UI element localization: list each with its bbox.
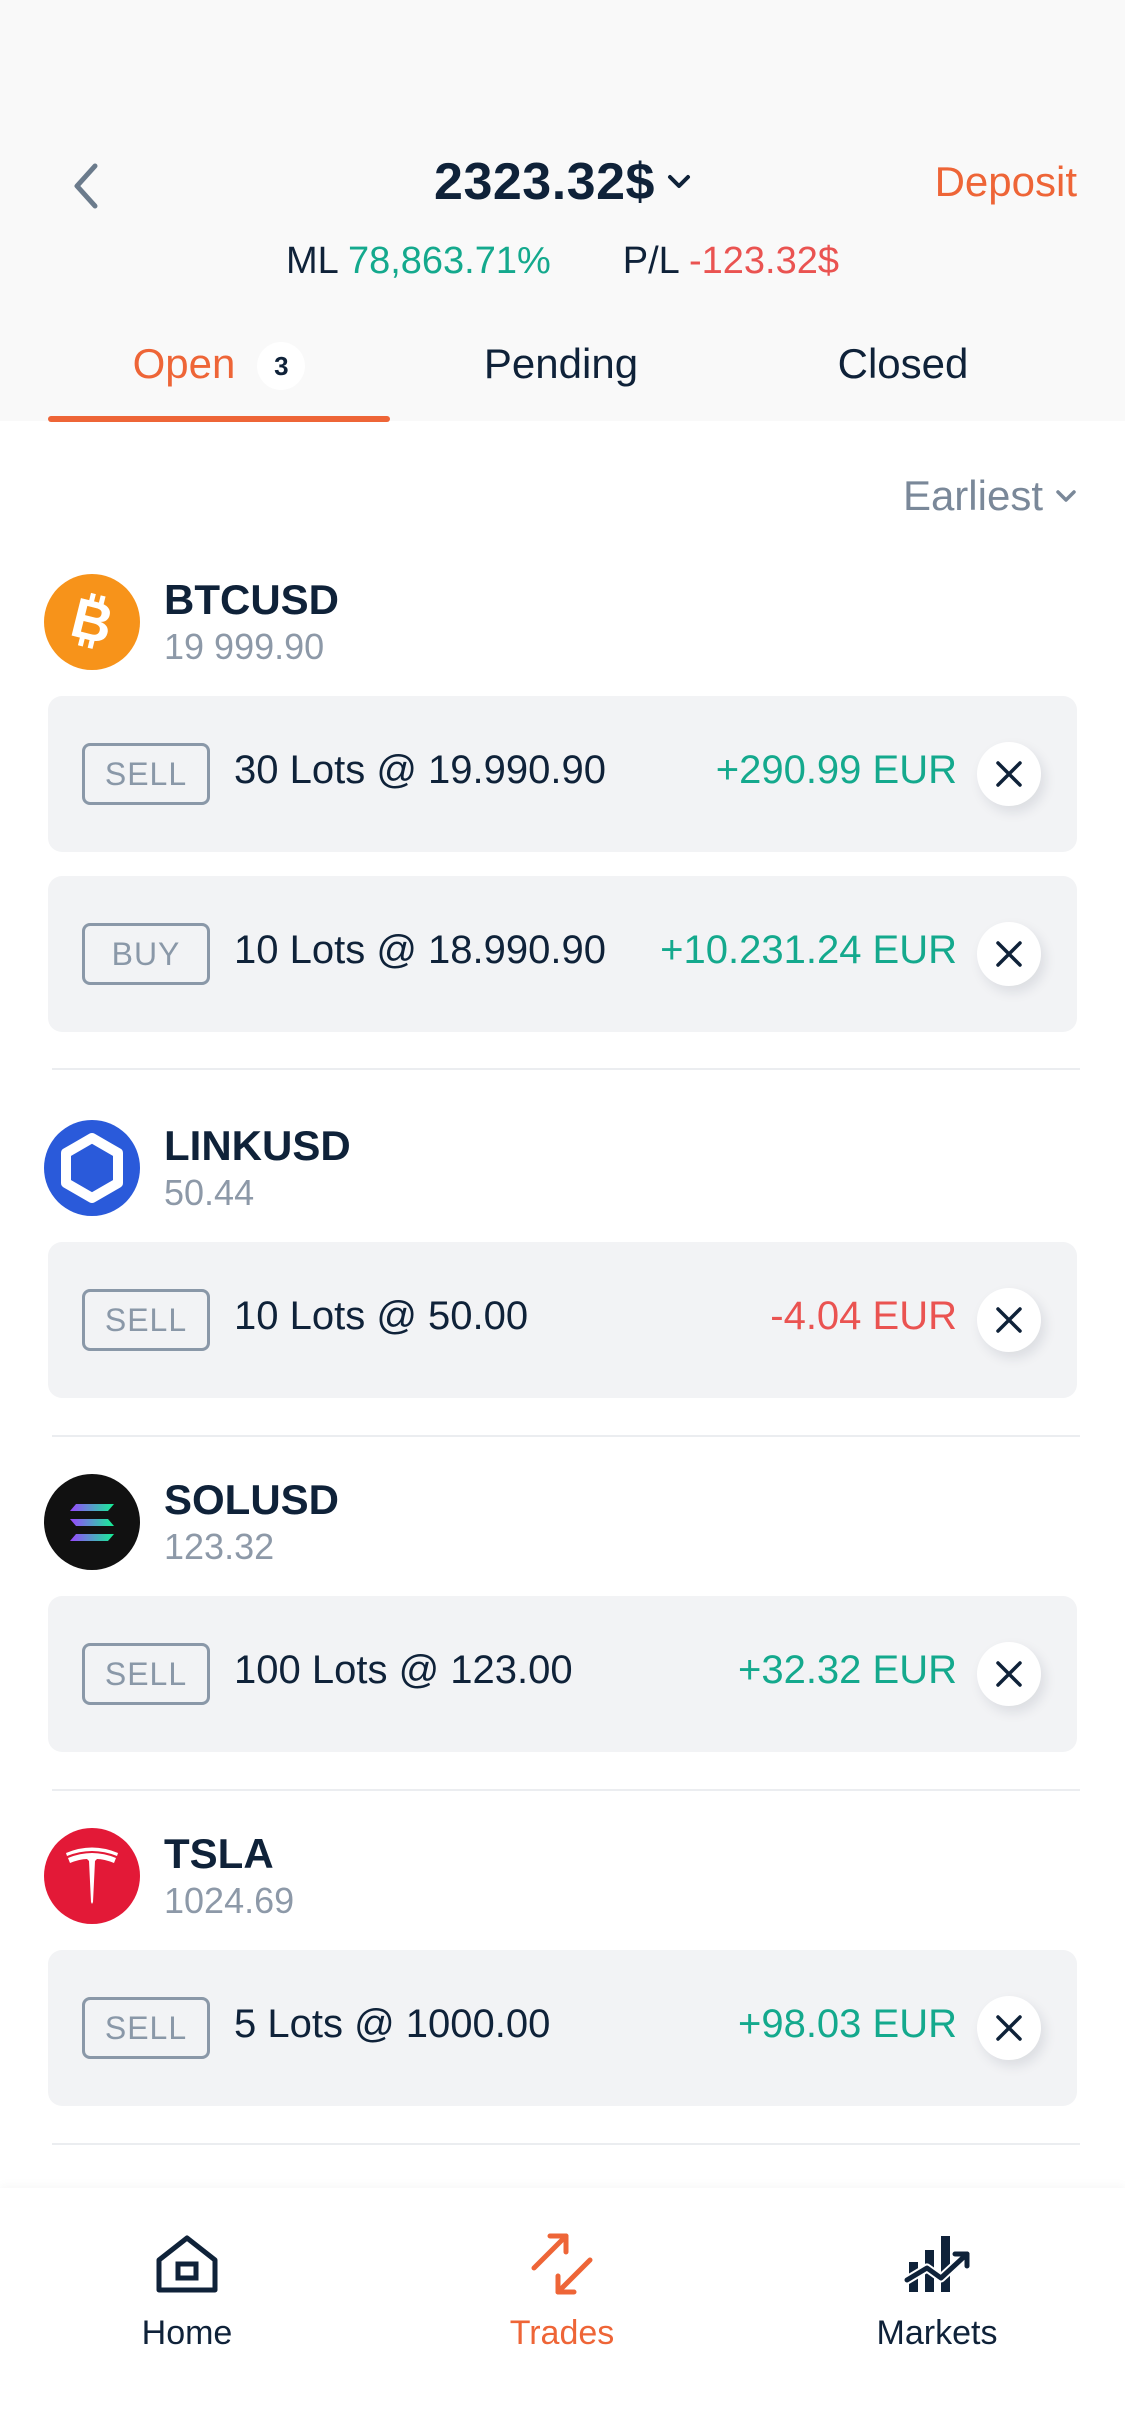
tab-closed-label: Closed [837,340,969,387]
sort-dropdown[interactable]: Earliest [903,472,1077,520]
chevron-down-icon [1056,490,1076,502]
trade-description: 5 Lots @ 1000.00 [234,2002,551,2046]
instrument-header-tsla[interactable]: TSLA 1024.69 [44,1826,294,1926]
margin-level-label: ML [285,240,338,282]
home-icon [151,2228,223,2300]
close-icon [996,2015,1022,2041]
trade-side-badge: SELL [82,1643,210,1705]
account-stats: ML 78,863.71% P/L -123.32$ [0,240,1125,283]
tab-open[interactable]: Open 3 [48,330,390,421]
trade-description: 30 Lots @ 19.990.90 [234,748,606,792]
section-divider [52,1068,1080,1070]
margin-level-value: 78,863.71% [347,240,551,282]
instrument-price: 50.44 [164,1172,255,1213]
close-icon [996,1661,1022,1687]
instrument-symbol: LINKUSD [164,1122,351,1169]
profit-loss-label: P/L [622,240,679,282]
nav-home-label: Home [141,2314,233,2352]
instrument-symbol: TSLA [164,1830,274,1877]
section-divider [52,1789,1080,1791]
trade-card[interactable]: SELL 5 Lots @ 1000.00 +98.03 EUR [48,1950,1077,2106]
close-icon [996,941,1022,967]
section-divider [52,2143,1080,2145]
trades-screen: 2323.32$ Deposit ML 78,863.71% P/L -123.… [0,0,1125,2436]
bitcoin-icon: B [44,574,140,670]
close-trade-button[interactable] [977,1642,1041,1706]
trade-profit: +98.03 EUR [737,2002,957,2046]
instrument-symbol: SOLUSD [164,1476,340,1523]
tab-open-label: Open [132,340,236,387]
instrument-symbol: BTCUSD [164,576,339,623]
trade-description: 10 Lots @ 18.990.90 [234,928,606,972]
solana-icon [44,1474,140,1570]
nav-markets-label: Markets [876,2314,998,2352]
close-trade-button[interactable] [977,1288,1041,1352]
trade-card[interactable]: BUY 10 Lots @ 18.990.90 +10.231.24 EUR [48,876,1077,1032]
open-count-badge: 3 [257,342,306,390]
active-tab-indicator [48,416,390,422]
nav-home[interactable]: Home [67,2228,307,2353]
sort-label: Earliest [902,472,1043,519]
tab-pending-label: Pending [483,340,639,387]
header: 2323.32$ Deposit ML 78,863.71% P/L -123.… [0,0,1125,422]
trade-side-badge: SELL [82,743,210,805]
instrument-price: 19 999.90 [164,626,325,667]
trade-card[interactable]: SELL 10 Lots @ 50.00 -4.04 EUR [48,1242,1077,1398]
trade-profit: +10.231.24 EUR [660,928,957,972]
close-icon [996,1307,1022,1333]
chevron-down-icon [667,175,690,188]
trade-profit: +32.32 EUR [737,1648,957,1692]
trade-description: 100 Lots @ 123.00 [234,1648,573,1692]
profit-loss: P/L -123.32$ [623,240,839,283]
chainlink-icon [44,1120,140,1216]
tesla-icon [44,1828,140,1924]
markets-icon [901,2228,973,2300]
account-balance: 2323.32$ [434,153,655,211]
bottom-navigation: Home Trades Markets [0,2188,1125,2436]
margin-level: ML 78,863.71% [286,240,551,283]
instrument-header-linkusd[interactable]: LINKUSD 50.44 [44,1118,351,1218]
nav-trades[interactable]: Trades [442,2228,682,2353]
trade-side-badge: SELL [82,1289,210,1351]
section-divider [52,1435,1080,1437]
trade-description: 10 Lots @ 50.00 [234,1294,529,1338]
trade-profit: -4.04 EUR [770,1294,957,1338]
close-trade-button[interactable] [977,922,1041,986]
trades-icon [526,2228,598,2300]
close-trade-button[interactable] [977,742,1041,806]
trade-side-badge: BUY [82,923,210,985]
trade-side-badge: SELL [82,1997,210,2059]
instrument-header-btcusd[interactable]: B BTCUSD 19 999.90 [44,572,339,672]
tab-closed[interactable]: Closed [732,330,1074,421]
instrument-price: 123.32 [164,1526,275,1567]
trade-profit: +290.99 EUR [715,748,957,792]
nav-markets[interactable]: Markets [817,2228,1057,2353]
instrument-price: 1024.69 [164,1880,295,1921]
profit-loss-value: -123.32$ [688,240,839,282]
tab-pending[interactable]: Pending [390,330,732,421]
trade-tabs: Open 3 Pending Closed [0,330,1125,422]
instrument-header-solusd[interactable]: SOLUSD 123.32 [44,1472,339,1572]
close-trade-button[interactable] [977,1996,1041,2060]
trade-card[interactable]: SELL 100 Lots @ 123.00 +32.32 EUR [48,1596,1077,1752]
trade-card[interactable]: SELL 30 Lots @ 19.990.90 +290.99 EUR [48,696,1077,852]
deposit-button[interactable]: Deposit [935,158,1077,206]
close-icon [996,761,1022,787]
nav-trades-label: Trades [509,2314,615,2352]
